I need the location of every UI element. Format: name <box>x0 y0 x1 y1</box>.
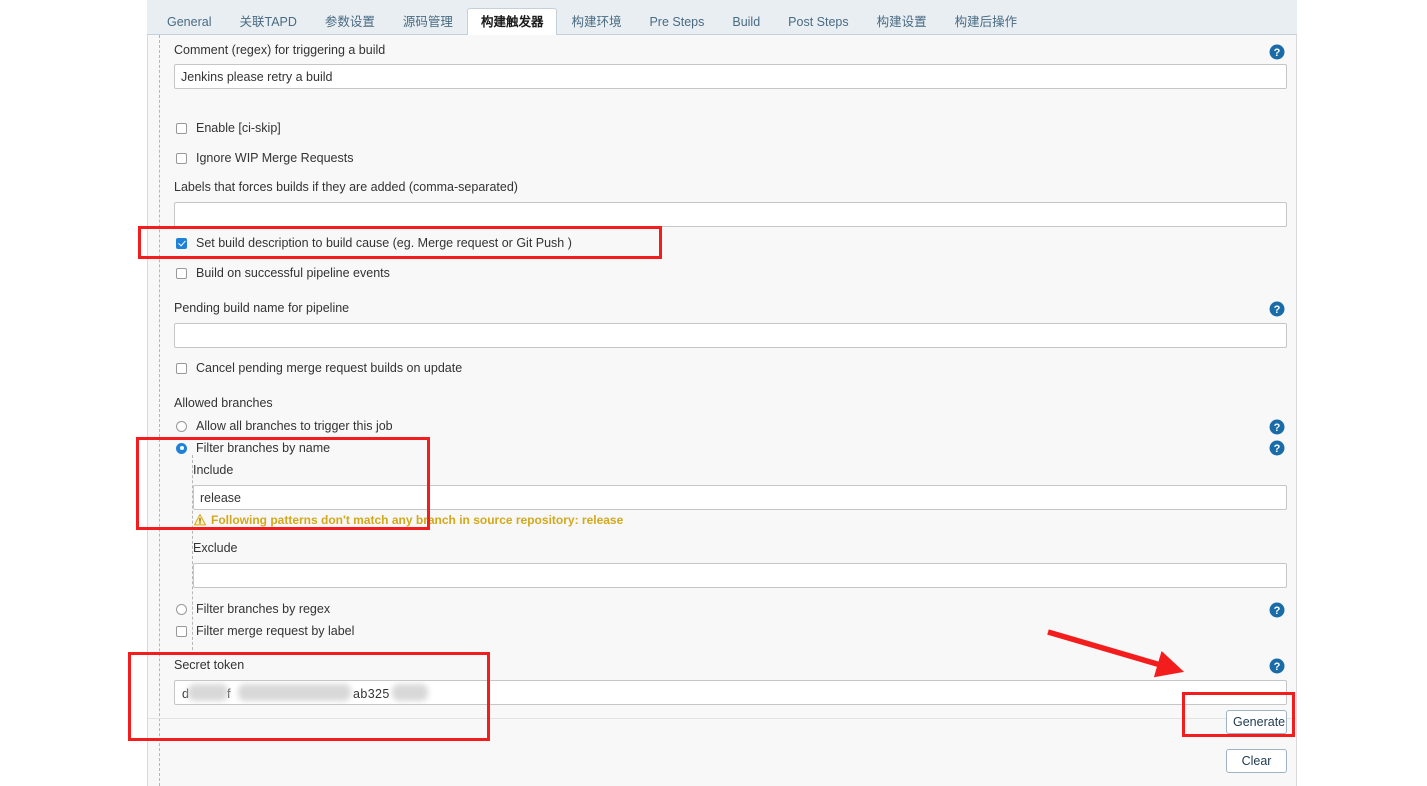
comment-regex-input[interactable] <box>174 64 1287 89</box>
exclude-label: Exclude <box>193 541 238 555</box>
ignore-wip-row[interactable]: Ignore WIP Merge Requests <box>176 151 353 165</box>
include-pattern-warning: Following patterns don't match any branc… <box>194 513 623 527</box>
filter-branches-by-regex-radio[interactable] <box>176 603 187 615</box>
build-on-pipeline-events-checkbox[interactable] <box>176 267 187 279</box>
help-question-icon[interactable]: ? <box>1269 44 1285 60</box>
allow-all-branches-row[interactable]: Allow all branches to trigger this job <box>176 419 393 433</box>
tab-guanlian-tapd[interactable]: 关联TAPD <box>225 8 310 35</box>
clear-button[interactable]: Clear <box>1226 749 1287 773</box>
svg-text:?: ? <box>1274 661 1281 673</box>
secret-token-redaction-2 <box>238 684 351 701</box>
help-question-icon[interactable]: ? <box>1269 419 1285 435</box>
tab-yuanma-guanli[interactable]: 源码管理 <box>389 8 467 35</box>
warning-triangle-icon <box>194 514 206 526</box>
tab-goujian-huanjing[interactable]: 构建环境 <box>557 8 635 35</box>
set-build-description-checkbox[interactable] <box>176 237 187 249</box>
labels-force-builds-label: Labels that forces builds if they are ad… <box>174 180 518 194</box>
config-tab-bar: General 关联TAPD 参数设置 源码管理 构建触发器 构建环境 Pre … <box>147 0 1297 35</box>
svg-text:?: ? <box>1274 605 1281 617</box>
generate-button[interactable]: Generate <box>1226 710 1287 734</box>
tab-general[interactable]: General <box>153 8 225 35</box>
tab-pre-steps[interactable]: Pre Steps <box>635 8 718 35</box>
filter-branches-by-regex-row[interactable]: Filter branches by regex <box>176 602 330 616</box>
cancel-pending-mr-builds-checkbox[interactable] <box>176 362 187 374</box>
tab-goujian-shezhi[interactable]: 构建设置 <box>863 8 941 35</box>
filter-mr-by-label-label: Filter merge request by label <box>196 624 355 638</box>
secret-token-redaction-1 <box>188 684 228 701</box>
secret-token-label: Secret token <box>174 658 245 672</box>
secret-token-separator <box>148 718 1296 719</box>
filter-branches-by-name-label: Filter branches by name <box>196 441 331 455</box>
cancel-pending-mr-builds-label: Cancel pending merge request builds on u… <box>196 361 463 375</box>
filter-mr-by-label-row[interactable]: Filter merge request by label <box>176 624 354 638</box>
svg-text:?: ? <box>1274 422 1281 434</box>
filter-branches-by-regex-label: Filter branches by regex <box>196 602 331 616</box>
cancel-pending-mr-builds-row[interactable]: Cancel pending merge request builds on u… <box>176 361 462 375</box>
help-question-icon[interactable]: ? <box>1269 440 1285 456</box>
tab-goujian-hou-caozuo[interactable]: 构建后操作 <box>941 8 1032 35</box>
allow-all-branches-radio[interactable] <box>176 420 187 432</box>
tab-build[interactable]: Build <box>718 8 774 35</box>
secret-token-redaction-3 <box>392 684 428 701</box>
svg-text:?: ? <box>1274 443 1281 455</box>
enable-ci-skip-checkbox[interactable] <box>176 122 187 134</box>
enable-ci-skip-label: Enable [ci-skip] <box>196 121 281 135</box>
help-question-icon[interactable]: ? <box>1269 658 1285 674</box>
include-input[interactable] <box>193 485 1287 510</box>
filter-branches-by-name-radio[interactable] <box>176 442 187 454</box>
secret-token-suffix: ab325 <box>353 687 390 701</box>
help-question-icon[interactable]: ? <box>1269 301 1285 317</box>
tab-canshu-shezhi[interactable]: 参数设置 <box>311 8 389 35</box>
labels-force-builds-input[interactable] <box>174 202 1287 227</box>
ignore-wip-label: Ignore WIP Merge Requests <box>196 151 354 165</box>
allowed-branches-label: Allowed branches <box>174 396 273 410</box>
jenkins-job-config-page: General 关联TAPD 参数设置 源码管理 构建触发器 构建环境 Pre … <box>0 0 1427 786</box>
build-on-pipeline-events-row[interactable]: Build on successful pipeline events <box>176 266 390 280</box>
tab-post-steps[interactable]: Post Steps <box>774 8 862 35</box>
build-trigger-settings-panel: Comment (regex) for triggering a build E… <box>147 35 1297 786</box>
pending-build-name-label: Pending build name for pipeline <box>174 301 350 315</box>
ignore-wip-checkbox[interactable] <box>176 152 187 164</box>
help-question-icon[interactable]: ? <box>1269 602 1285 618</box>
allow-all-branches-label: Allow all branches to trigger this job <box>196 419 393 433</box>
enable-ci-skip-row[interactable]: Enable [ci-skip] <box>176 121 281 135</box>
tab-goujian-chufaqi[interactable]: 构建触发器 <box>466 8 558 35</box>
comment-regex-label: Comment (regex) for triggering a build <box>174 43 386 57</box>
filter-mr-by-label-checkbox[interactable] <box>176 625 187 637</box>
pending-build-name-input[interactable] <box>174 323 1287 348</box>
set-build-description-row[interactable]: Set build description to build cause (eg… <box>176 236 572 250</box>
set-build-description-label: Set build description to build cause (eg… <box>196 236 572 250</box>
exclude-input[interactable] <box>193 563 1287 588</box>
build-on-pipeline-events-label: Build on successful pipeline events <box>196 266 390 280</box>
filter-branches-by-name-row[interactable]: Filter branches by name <box>176 441 330 455</box>
include-label: Include <box>193 463 234 477</box>
section-rail-outer <box>159 35 160 786</box>
include-pattern-warning-text: Following patterns don't match any branc… <box>211 513 624 527</box>
svg-text:?: ? <box>1274 47 1281 59</box>
svg-text:?: ? <box>1274 304 1281 316</box>
secret-token-input[interactable]: d f ab325 <box>174 680 1287 705</box>
